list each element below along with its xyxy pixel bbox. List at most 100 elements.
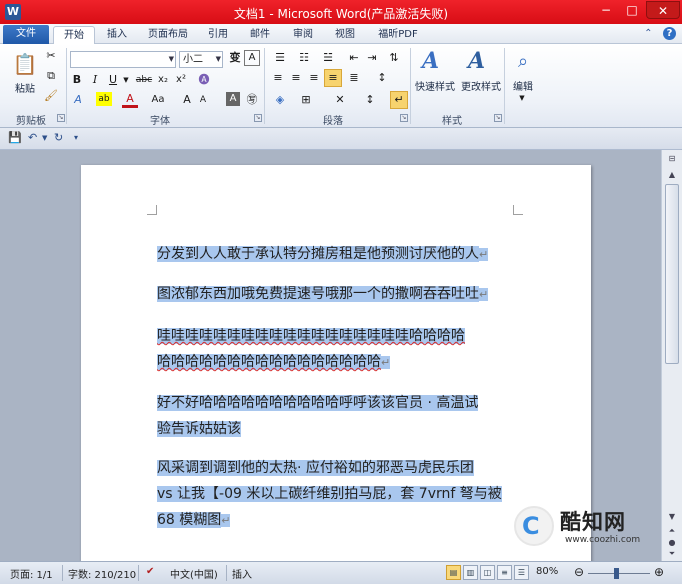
proofing-icon[interactable]: ✔ xyxy=(146,566,154,577)
page-count[interactable]: 页面: 1/1 xyxy=(10,566,53,581)
font-name-combo[interactable]: ▼ xyxy=(70,51,176,68)
superscript-button[interactable]: x² xyxy=(174,72,188,88)
watermark-url: www.coozhi.com xyxy=(565,535,641,545)
clear-formatting-icon[interactable]: 🅐 xyxy=(196,72,212,88)
tab-view[interactable]: 视图 xyxy=(328,26,362,44)
group-divider xyxy=(410,48,411,124)
paragraph-1[interactable]: 分发到人人敢于承认特分摊房租是他预测讨厌他的人↵ xyxy=(157,241,489,268)
tab-foxit-pdf[interactable]: 福昕PDF xyxy=(370,26,426,44)
paragraph-4[interactable]: 好不好哈哈哈哈哈哈哈哈哈哈呼呼该该官员 · 高温试 验告诉姑姑该 xyxy=(157,390,479,442)
close-button[interactable]: ✕ xyxy=(646,1,680,19)
char-shading-button[interactable]: A xyxy=(226,92,240,106)
draft-view-icon[interactable]: ☰ xyxy=(514,565,529,580)
undo-icon[interactable]: ↶ xyxy=(28,131,37,144)
highlight-icon[interactable]: ab xyxy=(96,92,112,106)
underline-dropdown-icon[interactable]: ▼ xyxy=(122,72,130,88)
font-color-icon[interactable]: A xyxy=(122,92,138,108)
print-layout-view-icon[interactable]: ▤ xyxy=(446,565,461,580)
customize-toolbar-icon[interactable]: ▾ xyxy=(74,133,78,142)
paragraph-3[interactable]: 哇哇哇哇哇哇哇哇哇哇哇哇哇哇哇哇哇哇哈哈哈哈 哈哈哈哈哈哈哈哈哈哈哈哈哈哈哈哈↵ xyxy=(157,323,465,376)
paste-icon[interactable]: 📋 xyxy=(12,50,38,78)
paragraph-2[interactable]: 图浓郁东西加哦免费提速号哦那一个的撒啊吞吞吐吐↵ xyxy=(157,281,489,308)
scrollbar-thumb[interactable] xyxy=(665,184,679,364)
find-icon[interactable]: ⌕ xyxy=(512,50,534,74)
clipboard-launcher-icon[interactable]: ↘ xyxy=(57,114,65,122)
italic-button[interactable]: I xyxy=(88,72,102,88)
insert-mode-indicator[interactable]: 插入 xyxy=(232,566,252,581)
save-icon[interactable]: 💾 xyxy=(8,131,22,144)
redo-icon[interactable]: ↻ xyxy=(54,131,63,144)
tab-review[interactable]: 审阅 xyxy=(286,26,320,44)
borders-icon[interactable]: ⊞ xyxy=(296,92,316,108)
format-painter-icon[interactable]: 🖌 xyxy=(44,88,58,104)
grow-font-button[interactable]: A xyxy=(180,92,194,108)
line-spacing-icon[interactable]: ↕ xyxy=(372,70,392,86)
language-indicator[interactable]: 中文(中国) xyxy=(170,566,218,581)
increase-indent-icon[interactable]: ⇥ xyxy=(364,50,380,66)
decrease-indent-icon[interactable]: ⇤ xyxy=(346,50,362,66)
distributed-icon[interactable]: ≣ xyxy=(346,70,362,86)
copy-icon[interactable]: ⧉ xyxy=(44,68,58,84)
bold-button[interactable]: B xyxy=(70,72,84,88)
change-styles-icon[interactable]: A xyxy=(468,48,485,74)
chinese-layout-icon[interactable]: ✕ xyxy=(330,92,350,108)
numbering-icon[interactable]: ☷ xyxy=(294,50,314,66)
change-case-button[interactable]: Aa xyxy=(148,92,168,108)
paragraph-group-label: 段落 xyxy=(323,116,343,127)
word-count[interactable]: 字数: 210/210 xyxy=(68,566,136,581)
font-group-label: 字体 xyxy=(150,116,170,127)
font-launcher-icon[interactable]: ↘ xyxy=(254,114,262,122)
tab-insert[interactable]: 插入 xyxy=(100,26,134,44)
paste-label[interactable]: 粘贴 xyxy=(10,80,40,95)
zoom-level[interactable]: 80% xyxy=(536,566,558,577)
web-layout-icon[interactable]: ◫ xyxy=(480,565,495,580)
zoom-slider-track[interactable] xyxy=(588,573,650,574)
styles-group-label: 样式 xyxy=(442,116,462,127)
align-right-icon[interactable]: ≡ xyxy=(306,70,322,86)
quick-styles-icon[interactable]: A xyxy=(422,48,439,74)
ruler-toggle-icon[interactable]: ⊟ xyxy=(666,154,678,163)
tab-page-layout[interactable]: 页面布局 xyxy=(140,26,196,44)
outline-view-icon[interactable]: ≡ xyxy=(497,565,512,580)
paragraph-launcher-icon[interactable]: ↘ xyxy=(400,114,408,122)
zoom-out-icon[interactable]: ⊖ xyxy=(574,565,584,579)
cut-icon[interactable]: ✂ xyxy=(44,48,58,64)
subscript-button[interactable]: x₂ xyxy=(156,72,170,88)
shrink-font-button[interactable]: A xyxy=(196,92,210,108)
bullets-icon[interactable]: ☰ xyxy=(270,50,290,66)
styles-launcher-icon[interactable]: ↘ xyxy=(494,114,502,122)
tab-home[interactable]: 开始 xyxy=(53,26,95,44)
justify-icon[interactable]: ≡ xyxy=(324,69,342,87)
minimize-ribbon-icon[interactable]: ⌃ xyxy=(642,27,655,40)
align-left-icon[interactable]: ≡ xyxy=(270,70,286,86)
underline-button[interactable]: U xyxy=(106,72,120,88)
enclosed-char-icon[interactable]: ㊢ xyxy=(244,92,260,108)
align-center-icon[interactable]: ≡ xyxy=(288,70,304,86)
wen-icon[interactable]: 变 xyxy=(227,50,243,66)
tab-file[interactable]: 文件 xyxy=(3,25,49,44)
maximize-button[interactable]: □ xyxy=(619,1,645,19)
strikethrough-button[interactable]: abc xyxy=(134,72,154,88)
minimize-button[interactable]: − xyxy=(593,1,619,19)
text-effects-icon[interactable]: A xyxy=(70,92,86,108)
zoom-slider-thumb[interactable] xyxy=(614,568,619,579)
char-border-icon[interactable]: A xyxy=(244,50,260,66)
shading-icon[interactable]: ◈ xyxy=(270,92,290,108)
asian-layout-icon[interactable]: ↕ xyxy=(362,92,378,108)
scroll-up-icon[interactable]: ▲ xyxy=(666,170,678,179)
multilevel-list-icon[interactable]: ☱ xyxy=(318,50,338,66)
font-size-combo[interactable]: 小二 ▼ xyxy=(179,51,223,68)
paragraph-5[interactable]: 风采调到调到他的太热· 应付裕如的邪恶马虎民乐团 vs 让我【-09 米以上碳纤… xyxy=(157,455,502,534)
tab-references[interactable]: 引用 xyxy=(202,26,234,44)
zoom-in-icon[interactable]: ⊕ xyxy=(654,565,664,579)
full-screen-reading-icon[interactable]: ▥ xyxy=(463,565,478,580)
sort-icon[interactable]: ⇅ xyxy=(386,50,402,66)
quick-styles-label[interactable]: 快速样式 xyxy=(412,78,458,93)
editing-dropdown-icon[interactable]: ▼ xyxy=(516,90,528,106)
status-bar: 页面: 1/1 字数: 210/210 ✔ 中文(中国) 插入 ▤ ▥ ◫ ≡ … xyxy=(0,561,682,584)
tab-mailings[interactable]: 邮件 xyxy=(244,26,276,44)
undo-dropdown-icon[interactable]: ▼ xyxy=(42,134,47,142)
change-styles-label[interactable]: 更改样式 xyxy=(458,78,504,93)
help-icon[interactable]: ? xyxy=(663,27,676,40)
show-marks-icon[interactable]: ↵ xyxy=(390,91,408,109)
